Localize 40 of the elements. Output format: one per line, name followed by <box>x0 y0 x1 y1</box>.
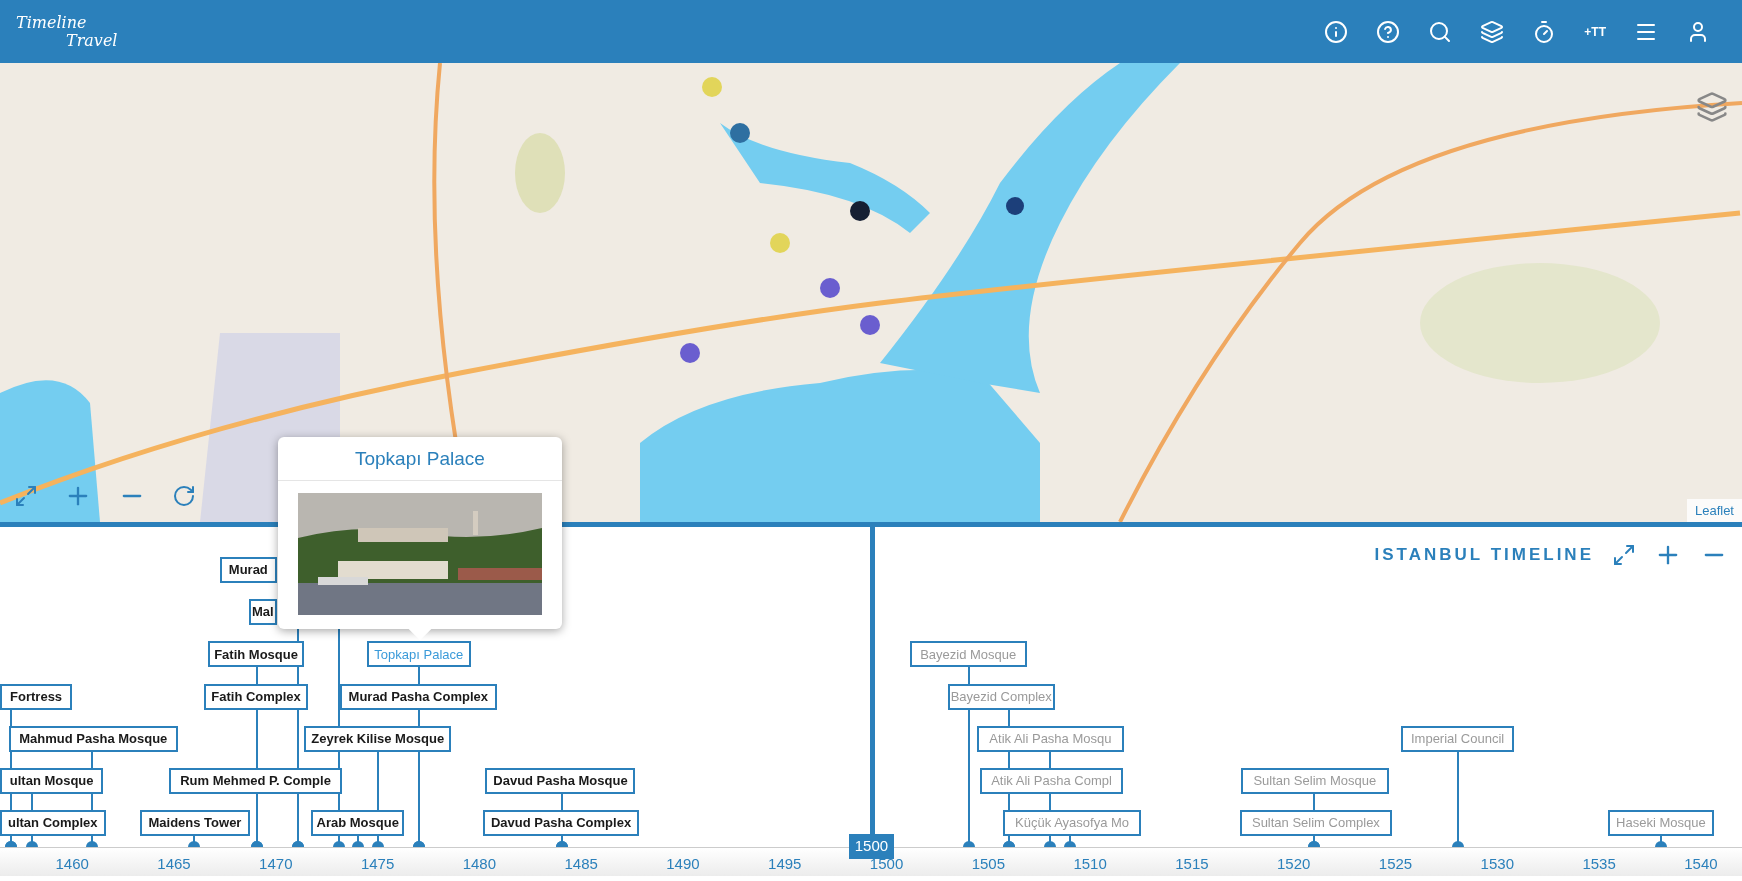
event-label[interactable]: Murad Pasha Complex <box>339 683 497 710</box>
year-label: 1480 <box>462 854 497 874</box>
search-icon[interactable] <box>1428 19 1453 44</box>
year-label: 1460 <box>55 854 89 874</box>
event-label[interactable]: Fatih Complex <box>204 683 308 710</box>
year-label: 1475 <box>360 854 395 874</box>
event-label[interactable]: Fatih Mosque <box>207 641 305 668</box>
event-label[interactable]: Mahmud Pasha Mosque <box>8 725 178 752</box>
year-label: 1470 <box>259 854 293 874</box>
event-label[interactable]: Maidens Tower <box>139 810 250 837</box>
text-size-button[interactable]: +TT <box>1584 22 1606 41</box>
fullscreen-icon[interactable] <box>1612 543 1636 567</box>
event-label[interactable]: Arab Mosque <box>311 810 405 837</box>
logo[interactable]: Timeline Travel <box>16 13 136 50</box>
year-label: 1465 <box>157 854 191 874</box>
event-label[interactable]: Fortress <box>0 683 73 710</box>
year-label: 1535 <box>1582 854 1616 874</box>
year-label: 1485 <box>564 854 598 874</box>
year-label: 1525 <box>1378 854 1413 874</box>
event-label[interactable]: Zeyrek Kilise Mosque <box>304 725 452 752</box>
event-label[interactable]: Rum Mehmed P. Comple <box>168 768 343 794</box>
year-label: 1520 <box>1277 854 1311 874</box>
layers-icon[interactable] <box>1480 19 1505 44</box>
info-icon[interactable] <box>1324 19 1349 44</box>
event-label[interactable]: Mal <box>248 599 277 626</box>
year-label: 1515 <box>1175 854 1209 874</box>
event-label[interactable]: ultan Complex <box>0 810 106 837</box>
year-label: 1540 <box>1684 854 1718 874</box>
year-label: 1530 <box>1480 854 1514 874</box>
timeline-title: ISTANBUL TIMELINE <box>1374 544 1594 567</box>
year-label: 1510 <box>1073 854 1107 874</box>
event-label[interactable]: ultan Mosque <box>0 768 104 794</box>
event-label[interactable]: Davud Pasha Mosque <box>485 768 636 794</box>
cursor-year[interactable]: 1500 <box>848 834 895 859</box>
event-label[interactable]: Davud Pasha Complex <box>483 810 639 837</box>
event-label[interactable]: Murad <box>219 556 277 583</box>
year-label: 1505 <box>971 854 1006 874</box>
year-label: 1490 <box>666 854 700 874</box>
year-label: 1495 <box>768 854 802 874</box>
help-icon[interactable] <box>1376 19 1401 44</box>
